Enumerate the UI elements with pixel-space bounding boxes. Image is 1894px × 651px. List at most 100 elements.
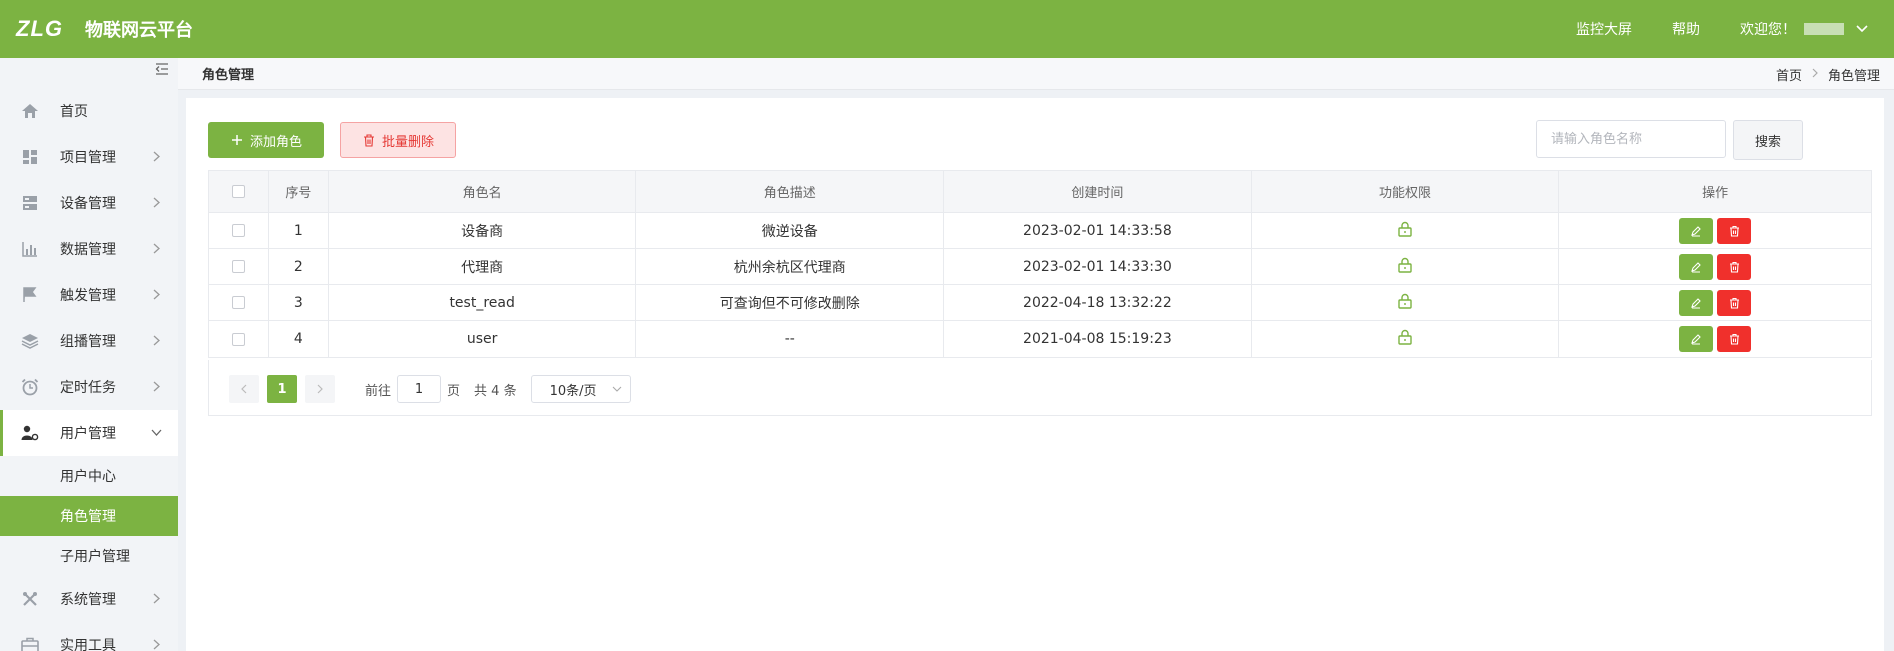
help-link[interactable]: 帮助	[1672, 19, 1700, 39]
edit-role-button[interactable]	[1679, 253, 1714, 280]
add-role-button[interactable]: 添加角色	[208, 122, 324, 158]
sidebar-menu: 首页 项目管理 设备管理 数据管理 触发管理 组播管理 定时任务 用户管理 用户…	[0, 88, 178, 651]
sidebar-subitem-user-center[interactable]: 用户中心	[0, 456, 178, 496]
lock-icon[interactable]	[1398, 329, 1412, 349]
edit-role-button[interactable]	[1679, 217, 1714, 244]
goto-page-input[interactable]	[397, 375, 442, 403]
role-description: 杭州余杭区代理商	[636, 249, 945, 284]
sidebar-item-utilities[interactable]: 实用工具	[0, 622, 178, 651]
sidebar-item-projects[interactable]: 项目管理	[0, 134, 178, 180]
sidebar-item-multicast[interactable]: 组播管理	[0, 318, 178, 364]
trash-icon	[1729, 333, 1739, 345]
batch-delete-button[interactable]: 批量删除	[340, 122, 456, 158]
select-all-cell	[209, 171, 269, 212]
next-page-button[interactable]	[305, 375, 335, 403]
sidebar-item-label: 首页	[60, 104, 88, 120]
table-row: 1 设备商 微逆设备 2023-02-01 14:33:58	[209, 213, 1871, 249]
dashboard-icon	[20, 147, 40, 167]
role-name-search-input[interactable]	[1536, 120, 1726, 158]
chevron-right-icon	[150, 636, 162, 651]
chevron-right-icon	[150, 148, 162, 164]
sidebar-subitem-sub-users[interactable]: 子用户管理	[0, 536, 178, 576]
edit-icon	[1691, 297, 1701, 309]
edit-role-button[interactable]	[1679, 289, 1714, 316]
search-button[interactable]: 搜索	[1733, 120, 1803, 160]
sidebar-item-system[interactable]: 系统管理	[0, 576, 178, 622]
user-menu-chevron-icon[interactable]	[1854, 21, 1870, 37]
batch-delete-label: 批量删除	[381, 134, 434, 150]
alarm-clock-icon	[20, 377, 40, 397]
row-index: 4	[269, 321, 329, 357]
row-checkbox[interactable]	[231, 224, 245, 237]
chevron-right-icon	[150, 286, 162, 302]
monitor-screen-link[interactable]: 监控大屏	[1576, 19, 1632, 39]
chevron-right-icon	[150, 194, 162, 210]
delete-role-button[interactable]	[1717, 326, 1752, 352]
table-header-row: 序号 角色名 角色描述 创建时间 功能权限 操作	[209, 171, 1871, 213]
delete-role-button[interactable]	[1717, 289, 1752, 316]
sidebar-subitem-role-management[interactable]: 角色管理	[0, 496, 178, 536]
sidebar-item-label: 设备管理	[60, 196, 116, 212]
sidebar-item-label: 用户管理	[60, 426, 116, 442]
welcome-text: 欢迎您！	[1740, 22, 1796, 38]
sidebar-item-label: 项目管理	[60, 150, 116, 166]
page-number-button[interactable]: 1	[267, 375, 297, 403]
row-index: 1	[269, 213, 329, 248]
table-row: 4 user -- 2021-04-08 15:19:23	[209, 321, 1871, 357]
sidebar-item-home[interactable]: 首页	[0, 88, 178, 134]
chevron-right-icon	[1812, 67, 1818, 82]
row-index: 2	[269, 249, 329, 284]
chevron-down-icon	[150, 424, 162, 440]
chevron-right-icon	[150, 378, 162, 394]
actions-cell	[1559, 213, 1871, 248]
delete-role-button[interactable]	[1717, 253, 1752, 280]
page-size-select[interactable]: 10条/页	[530, 375, 631, 403]
sidebar-item-label: 系统管理	[60, 592, 116, 608]
main-panel: 添加角色 批量删除 搜索 序号 角色名 角色描述 创建时间 功能权限 操作 1 …	[186, 98, 1884, 651]
pagination: 1 前往 页 共 4 条 10条/页	[229, 375, 631, 403]
sidebar-item-user-management[interactable]: 用户管理	[0, 410, 178, 456]
goto-prefix: 前往	[365, 383, 392, 399]
permissions-cell	[1252, 285, 1560, 320]
trash-icon	[1729, 297, 1739, 309]
select-all-checkbox[interactable]	[231, 185, 245, 198]
row-checkbox[interactable]	[231, 260, 245, 273]
column-header-permissions: 功能权限	[1252, 171, 1560, 212]
zlg-logo[interactable]: ZLG	[16, 16, 63, 42]
row-checkbox[interactable]	[231, 296, 245, 309]
sidebar-item-label: 定时任务	[60, 380, 116, 396]
breadcrumb-bar: 角色管理 首页 角色管理	[178, 58, 1894, 90]
edit-icon	[1691, 261, 1701, 273]
row-select-cell	[209, 249, 269, 284]
edit-icon	[1691, 225, 1701, 237]
sidebar-item-label: 触发管理	[60, 288, 116, 304]
page-title: 角色管理	[202, 68, 255, 83]
row-select-cell	[209, 213, 269, 248]
pagination-bar: 1 前往 页 共 4 条 10条/页	[208, 360, 1872, 416]
sidebar-item-devices[interactable]: 设备管理	[0, 180, 178, 226]
role-name: user	[329, 321, 637, 357]
lock-icon[interactable]	[1398, 257, 1412, 277]
prev-page-button[interactable]	[229, 375, 259, 403]
lock-icon[interactable]	[1398, 293, 1412, 313]
page-size-value: 10条/页	[549, 383, 597, 399]
chevron-right-icon	[317, 384, 323, 394]
breadcrumb-home[interactable]: 首页	[1776, 65, 1802, 84]
actions-cell	[1559, 285, 1871, 320]
sidebar-item-data[interactable]: 数据管理	[0, 226, 178, 272]
sidebar: 首页 项目管理 设备管理 数据管理 触发管理 组播管理 定时任务 用户管理 用户…	[0, 58, 178, 651]
role-name: test_read	[329, 285, 637, 320]
role-name: 设备商	[329, 213, 637, 248]
delete-role-button[interactable]	[1717, 217, 1752, 244]
collapse-sidebar-icon[interactable]	[152, 60, 172, 78]
row-select-cell	[209, 285, 269, 320]
lock-icon[interactable]	[1398, 221, 1412, 241]
row-checkbox[interactable]	[231, 332, 245, 346]
edit-role-button[interactable]	[1679, 326, 1714, 352]
add-role-label: 添加角色	[249, 134, 302, 150]
sidebar-item-scheduled-tasks[interactable]: 定时任务	[0, 364, 178, 410]
trash-icon	[1729, 261, 1739, 273]
sidebar-item-triggers[interactable]: 触发管理	[0, 272, 178, 318]
trash-icon	[362, 133, 376, 147]
chevron-down-icon	[612, 384, 622, 394]
